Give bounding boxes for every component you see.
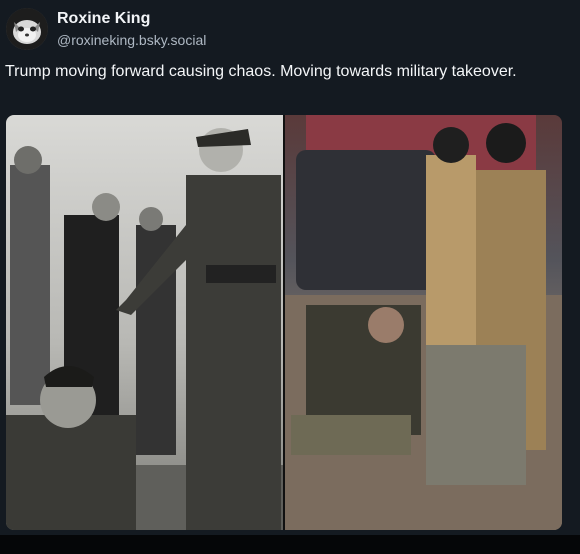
left-panel-photo <box>6 115 284 530</box>
author-handle[interactable]: @roxineking.bsky.social <box>57 31 206 49</box>
right-panel-photo <box>284 115 562 530</box>
avatar[interactable] <box>6 8 48 50</box>
bottom-bar <box>0 535 580 554</box>
post-card[interactable]: Roxine King @roxineking.bsky.social Trum… <box>0 0 580 554</box>
avatar-icon <box>6 8 48 50</box>
post-text: Trump moving forward causing chaos. Movi… <box>5 63 517 80</box>
collage-image <box>6 115 562 530</box>
author-display-name[interactable]: Roxine King <box>57 9 150 29</box>
post-body: Roxine King @roxineking.bsky.social Trum… <box>0 0 580 535</box>
post-image[interactable] <box>6 115 562 530</box>
